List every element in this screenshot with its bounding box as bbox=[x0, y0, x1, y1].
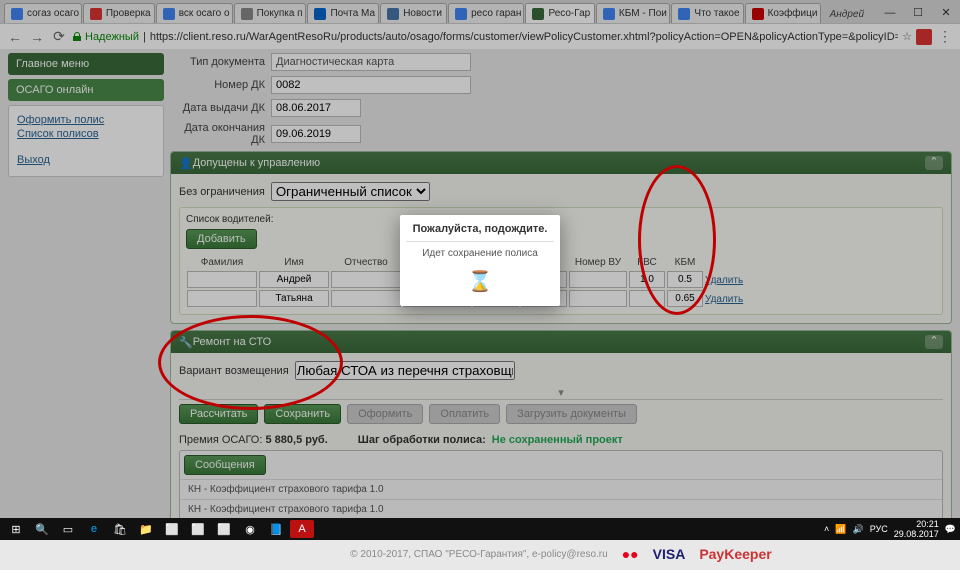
modal-overlay: Пожалуйста, подождите. Идет сохранение п… bbox=[0, 0, 960, 540]
paykeeper-logo: PayKeeper bbox=[699, 546, 771, 562]
tray-volume-icon[interactable]: 🔊 bbox=[852, 524, 863, 535]
app-icon[interactable]: 📘 bbox=[264, 520, 288, 538]
tray-network-icon[interactable]: 📶 bbox=[835, 524, 846, 535]
mastercard-logo: ●● bbox=[622, 546, 639, 562]
tray-chevron-icon[interactable]: ˄ bbox=[824, 524, 829, 534]
edge-icon[interactable]: e bbox=[82, 520, 106, 538]
search-icon[interactable]: 🔍 bbox=[30, 520, 54, 538]
app-icon[interactable]: ⬜ bbox=[212, 520, 236, 538]
explorer-icon[interactable]: 📁 bbox=[134, 520, 158, 538]
tray-notifications-icon[interactable]: 💬 bbox=[945, 524, 956, 535]
chrome-icon[interactable]: ◉ bbox=[238, 520, 262, 538]
modal-text: Идет сохранение полиса bbox=[406, 248, 554, 259]
acrobat-icon[interactable]: A bbox=[290, 520, 314, 538]
taskbar[interactable]: ⊞ 🔍 ▭ e 🛍 📁 ⬜ ⬜ ⬜ ◉ 📘 A ˄ 📶 🔊 РУС 20:212… bbox=[0, 518, 960, 540]
task-view-icon[interactable]: ▭ bbox=[56, 520, 80, 538]
start-button[interactable]: ⊞ bbox=[4, 520, 28, 538]
wait-dialog: Пожалуйста, подождите. Идет сохранение п… bbox=[400, 215, 560, 306]
store-icon[interactable]: 🛍 bbox=[108, 520, 132, 538]
modal-title: Пожалуйста, подождите. bbox=[406, 223, 554, 242]
tray-lang[interactable]: РУС bbox=[870, 524, 888, 534]
app-icon[interactable]: ⬜ bbox=[160, 520, 184, 538]
tray-clock[interactable]: 20:2129.08.2017 bbox=[894, 519, 939, 539]
app-icon[interactable]: ⬜ bbox=[186, 520, 210, 538]
visa-logo: VISA bbox=[653, 546, 686, 562]
footer: © 2010-2017, СПАО "РЕСО-Гарантия", e-pol… bbox=[170, 535, 952, 570]
hourglass-icon: ⌛ bbox=[406, 269, 554, 294]
